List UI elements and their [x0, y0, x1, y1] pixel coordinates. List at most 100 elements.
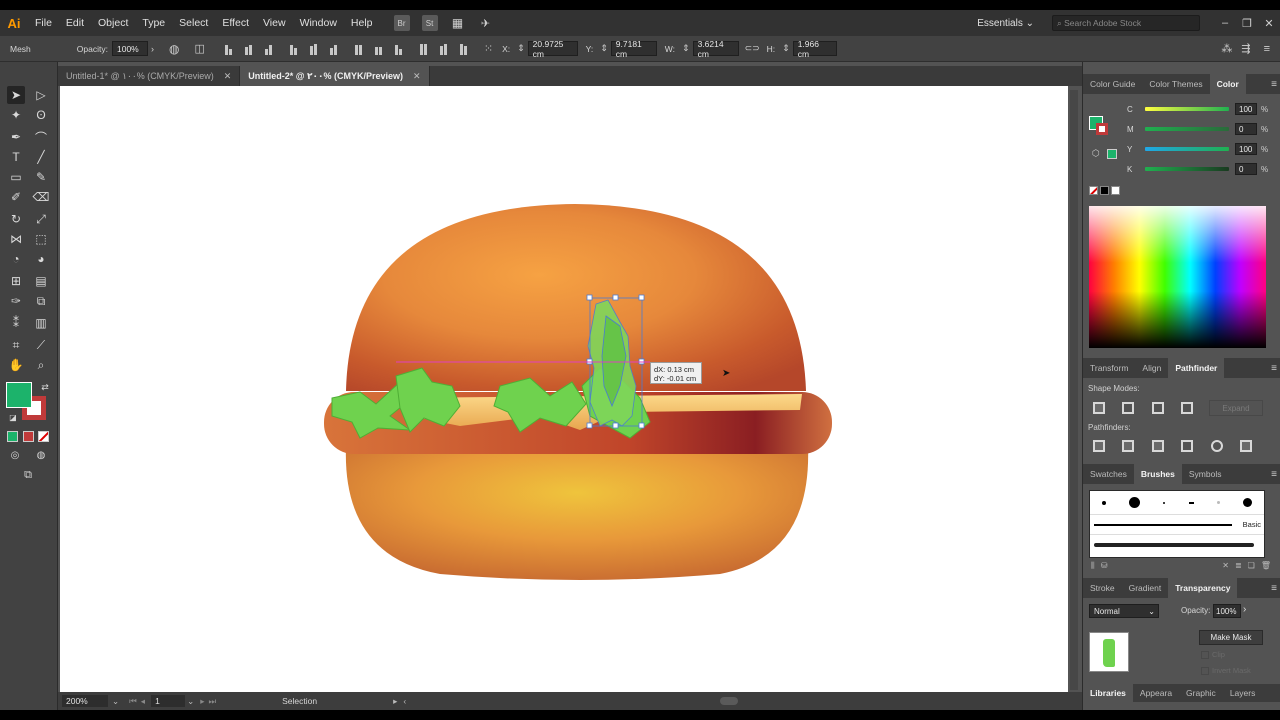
eraser-tool-icon[interactable]: ⌫	[32, 188, 50, 206]
tab-untitled-1[interactable]: Untitled-1* @ ١٠٠% (CMYK/Preview) ✕	[58, 66, 241, 86]
curvature-tool-icon[interactable]: ⌒	[32, 128, 50, 146]
brush-dot-medium[interactable]	[1243, 498, 1253, 507]
tab-transparency[interactable]: Transparency	[1168, 578, 1238, 598]
minus-back-icon[interactable]	[1240, 440, 1252, 452]
distribute-top-icon[interactable]	[352, 43, 366, 55]
menu-window[interactable]: Window	[293, 17, 344, 29]
tab-layers[interactable]: Layers	[1223, 683, 1263, 703]
fill-swatch[interactable]	[6, 382, 32, 408]
gradient-mode-button[interactable]	[23, 431, 34, 442]
brush-dash[interactable]	[1188, 501, 1194, 504]
prev-artboard-icon[interactable]: ◂	[141, 696, 145, 707]
magenta-slider[interactable]	[1145, 127, 1229, 131]
crop-icon[interactable]	[1181, 440, 1193, 452]
out-of-gamut-icon[interactable]: ⬡	[1092, 148, 1100, 159]
expand-button[interactable]: Expand	[1209, 400, 1263, 416]
blend-mode-select[interactable]: Normal ⌄	[1089, 604, 1159, 618]
scale-tool-icon[interactable]: ⤢	[32, 210, 50, 228]
paintbrush-tool-icon[interactable]: ✎	[32, 168, 50, 186]
minimize-icon[interactable]: –	[1214, 17, 1236, 29]
distribute-bottom-icon[interactable]	[392, 43, 406, 55]
panel-menu-icon[interactable]: ≡	[1271, 79, 1277, 90]
width-tool-icon[interactable]: ⋈	[7, 230, 25, 248]
panel-menu-icon[interactable]: ≡	[1271, 583, 1277, 594]
reference-point-icon[interactable]: ⁙	[484, 42, 493, 55]
default-fill-stroke-icon[interactable]: ◪	[4, 408, 22, 426]
chevron-right-icon[interactable]: ›	[151, 44, 154, 54]
tab-color-guide[interactable]: Color Guide	[1083, 74, 1142, 94]
horizontal-scroll-thumb[interactable]	[720, 697, 739, 705]
w-stepper-icon[interactable]: ⇕	[682, 43, 690, 54]
shaper-tool-icon[interactable]: ✐	[7, 188, 25, 206]
restore-icon[interactable]: ❐	[1236, 17, 1258, 30]
scroll-left-icon[interactable]: ‹	[403, 696, 406, 706]
cyan-value[interactable]: 100	[1235, 103, 1257, 115]
menu-edit[interactable]: Edit	[59, 17, 91, 29]
perspective-grid-tool-icon[interactable]: ⊞	[7, 272, 25, 290]
last-artboard-icon[interactable]: ⏭	[208, 696, 216, 707]
align-middle-icon[interactable]	[307, 43, 321, 55]
tab-brushes[interactable]: Brushes	[1133, 464, 1182, 484]
tab-swatches[interactable]: Swatches	[1083, 464, 1134, 484]
tab-libraries[interactable]: Libraries	[1083, 683, 1133, 703]
x-field[interactable]: 20.9725 cm	[527, 39, 578, 59]
y-stepper-icon[interactable]: ⇕	[600, 43, 608, 54]
transform-panel-icon[interactable]: ⁂	[1221, 42, 1232, 55]
control-panel-menu-icon[interactable]: ≡	[1264, 43, 1270, 55]
distribute-left-icon[interactable]	[417, 43, 431, 55]
tab-transform[interactable]: Transform	[1083, 358, 1135, 378]
minus-front-icon[interactable]	[1122, 402, 1134, 414]
eyedropper-tool-icon[interactable]: ✑	[7, 292, 25, 310]
swap-fill-stroke-icon[interactable]: ⇄	[36, 378, 54, 396]
status-menu-icon[interactable]: ▸	[393, 696, 397, 707]
brush-libraries-menu-icon[interactable]: ⫼	[1091, 561, 1095, 573]
symbol-sprayer-tool-icon[interactable]: ⁑	[7, 314, 25, 332]
artboard-dropdown-icon[interactable]: ⌄	[187, 696, 194, 707]
clip-checkbox[interactable]	[1201, 650, 1209, 659]
gamut-swatch[interactable]	[1107, 149, 1117, 159]
column-graph-tool-icon[interactable]: ▥	[32, 314, 50, 332]
live-paint-tool-icon[interactable]: ◕	[32, 250, 50, 268]
tab-symbols[interactable]: Symbols	[1182, 464, 1229, 484]
menu-help[interactable]: Help	[344, 17, 380, 29]
zoom-tool-icon[interactable]: ⌕	[32, 356, 50, 374]
none-color-swatch[interactable]	[1089, 186, 1098, 195]
gradient-tool-icon[interactable]: ▤	[32, 272, 50, 290]
exclude-icon[interactable]	[1181, 402, 1193, 414]
brush-dot-faint[interactable]	[1216, 501, 1220, 504]
brush-basic-row[interactable]: Basic	[1090, 515, 1264, 535]
invert-mask-checkbox[interactable]	[1201, 666, 1209, 675]
w-field[interactable]: 3.6214 cm	[692, 39, 739, 59]
panel-menu-icon[interactable]: ≡	[1271, 469, 1277, 480]
zoom-dropdown-icon[interactable]: ⌄	[112, 696, 119, 707]
align-right-icon[interactable]	[262, 43, 276, 55]
close-icon[interactable]: ✕	[413, 71, 421, 82]
brush-dot-tiny[interactable]	[1163, 501, 1166, 504]
direct-selection-tool-icon[interactable]: ▷	[32, 86, 50, 104]
hand-tool-icon[interactable]: ✋	[7, 356, 25, 374]
artboard[interactable]: dX: 0.13 cm dY: -0.01 cm ➤	[60, 86, 1068, 692]
line-tool-icon[interactable]: ╱	[32, 148, 50, 166]
x-stepper-icon[interactable]: ⇕	[517, 43, 525, 54]
libraries-panel-icon[interactable]: ⛁	[1101, 561, 1108, 573]
align-left-icon[interactable]	[222, 43, 236, 55]
tab-graphic-styles[interactable]: Graphic	[1179, 683, 1223, 703]
brush-dot-small[interactable]	[1101, 500, 1106, 505]
draw-mode-icon[interactable]: ◎	[6, 446, 24, 464]
pen-tool-icon[interactable]: ✒	[7, 128, 25, 146]
distribute-hcenter-icon[interactable]	[437, 43, 451, 55]
tab-untitled-2[interactable]: Untitled-2* @ ٢٠٠% (CMYK/Preview) ✕	[240, 66, 430, 86]
zoom-field[interactable]: 200%	[62, 695, 108, 707]
opacity-field[interactable]: 100%	[111, 41, 148, 56]
tab-pathfinder[interactable]: Pathfinder	[1168, 358, 1225, 378]
none-mode-button[interactable]	[38, 431, 49, 442]
menu-type[interactable]: Type	[135, 17, 172, 29]
vertical-scrollbar[interactable]	[1070, 90, 1078, 690]
black-slider[interactable]	[1145, 167, 1229, 171]
intersect-icon[interactable]	[1152, 402, 1164, 414]
next-artboard-icon[interactable]: ▸	[200, 696, 204, 707]
white-color-swatch[interactable]	[1111, 186, 1120, 195]
gpu-performance-icon[interactable]: ✈	[478, 15, 494, 31]
align-to-icon[interactable]: ◫	[194, 42, 204, 55]
arrange-documents-icon[interactable]: ▦	[450, 15, 466, 31]
